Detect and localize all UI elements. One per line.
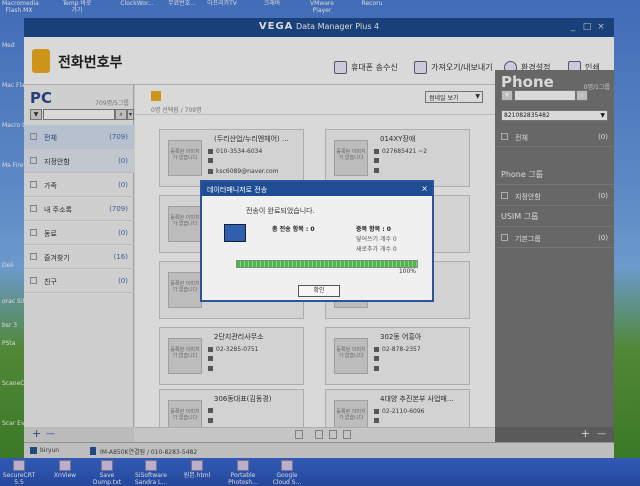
dialog-title: 데이터매니저로 전송 — [202, 182, 432, 196]
dialog-close-icon[interactable]: × — [421, 184, 428, 193]
transfer-dialog: 데이터매니저로 전송 × 전송이 완료되었습니다. 총 전송 항목 : 0 중복… — [200, 180, 434, 302]
total-transferred: 총 전송 항목 : 0 — [272, 226, 315, 233]
new-added-count: 새로추가 개수 0 — [356, 246, 397, 253]
progress-fill — [237, 261, 417, 267]
transfer-progress-bar — [236, 260, 418, 268]
duplicate-count: 중복 항목 : 0 — [356, 226, 391, 233]
dialog-message: 전송이 완료되었습니다. — [246, 207, 315, 215]
progress-percent: 100% — [398, 268, 416, 275]
overwrite-count: 덮어쓰기 개수 0 — [356, 236, 397, 243]
ok-button[interactable]: 확인 — [298, 285, 340, 297]
pc-monitor-icon — [224, 224, 246, 242]
